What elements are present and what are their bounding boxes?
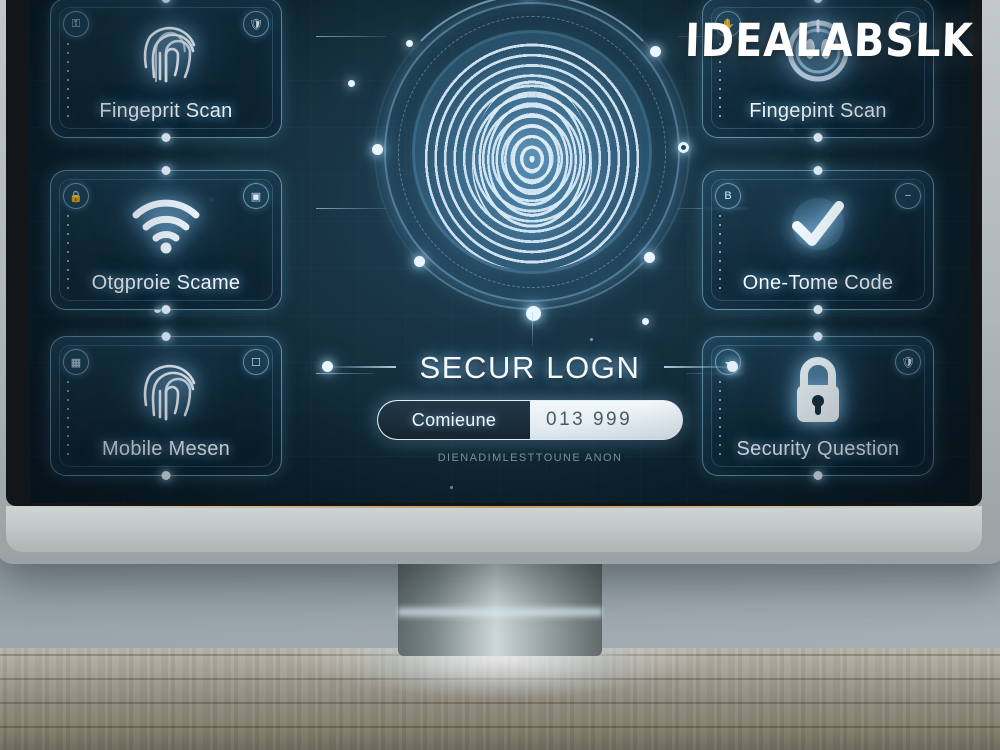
card-connector-node [161, 332, 171, 341]
card-connector-node [813, 305, 823, 314]
device-icon: ☐ [243, 349, 269, 375]
card-connector-node [813, 332, 823, 341]
monitor-screen: ⚿ 🛡 Fingeprit Scan 🔒 ▣ Otgproie Scame ▦ … [30, 0, 970, 503]
card-connector-node [813, 0, 823, 3]
card-connector-node [161, 166, 171, 175]
monitor-stand-neck [398, 560, 602, 656]
card-connector-node [813, 471, 823, 480]
card-connector-node [161, 305, 171, 314]
checkmark-icon [776, 187, 860, 263]
login-input-field[interactable]: Comieune 013 999 [377, 400, 683, 440]
bitcoin-icon: B [715, 183, 741, 209]
card-security-question[interactable]: ◒ 🛡 Security Question [702, 332, 934, 480]
card-one-time-code[interactable]: B − One-Tome Code [702, 166, 934, 314]
minus-icon: − [895, 183, 921, 209]
padlock-icon [776, 353, 860, 429]
input-value-segment[interactable]: 013 999 [530, 401, 682, 439]
page-title: SECUR LOGN [419, 350, 641, 385]
holo-node-left [372, 144, 383, 155]
card-connector-node [161, 471, 171, 480]
card-label: Otgproie Scame [91, 272, 241, 294]
panel-subtitle: DIENADIMLESTTOUNE ANON [437, 452, 623, 464]
holo-node-bottom [526, 306, 541, 321]
monitor-chin [6, 506, 982, 552]
shield-icon: 🛡 [243, 11, 269, 37]
circuit-link [316, 208, 386, 209]
card-connector-node [813, 133, 823, 142]
card-connector-node [161, 133, 171, 142]
circuit-link [316, 36, 386, 37]
card-connector-node [813, 166, 823, 175]
fingerprint-icon [124, 15, 208, 91]
card-label: Fingepint Scan [749, 100, 887, 122]
fingerprint-hologram-icon [372, 0, 690, 346]
card-label: Fingeprit Scan [99, 100, 233, 122]
card-label: One-Tome Code [742, 272, 894, 294]
brand-watermark: IDEALABSLK [684, 14, 975, 68]
holo-node-nw [406, 40, 413, 47]
wifi-icon [124, 187, 208, 263]
card-wifi-scan[interactable]: 🔒 ▣ Otgproie Scame [50, 166, 282, 314]
holo-node-ne [650, 46, 661, 57]
holo-node-se [644, 252, 655, 263]
id-card-icon: ▦ [63, 349, 89, 375]
card-fingerprint-scan-left[interactable]: ⚿ 🛡 Fingeprit Scan [50, 0, 282, 142]
holo-node-sw [414, 256, 425, 267]
card-connector-node [161, 0, 171, 3]
screenshot-scene: ⚿ 🛡 Fingeprit Scan 🔒 ▣ Otgproie Scame ▦ … [0, 0, 1000, 750]
shield-icon: 🛡 [895, 349, 921, 375]
holo-node-right [678, 142, 689, 153]
lock-icon: 🔒 [63, 183, 89, 209]
card-label: Mobile Mesen [101, 438, 231, 460]
input-value: 013 999 [546, 409, 633, 430]
fingerprint-icon [124, 353, 208, 429]
chip-icon: ▣ [243, 183, 269, 209]
input-label: Comieune [411, 409, 497, 430]
card-label: Security Question [736, 438, 900, 460]
key-icon: ⚿ [63, 11, 89, 37]
secure-login-panel: SECUR LOGN Comieune 013 999 DIENADIMLEST… [322, 348, 738, 488]
input-label-segment: Comieune [378, 401, 530, 439]
card-mobile-mesen[interactable]: ▦ ☐ Mobile Mesen [50, 332, 282, 480]
